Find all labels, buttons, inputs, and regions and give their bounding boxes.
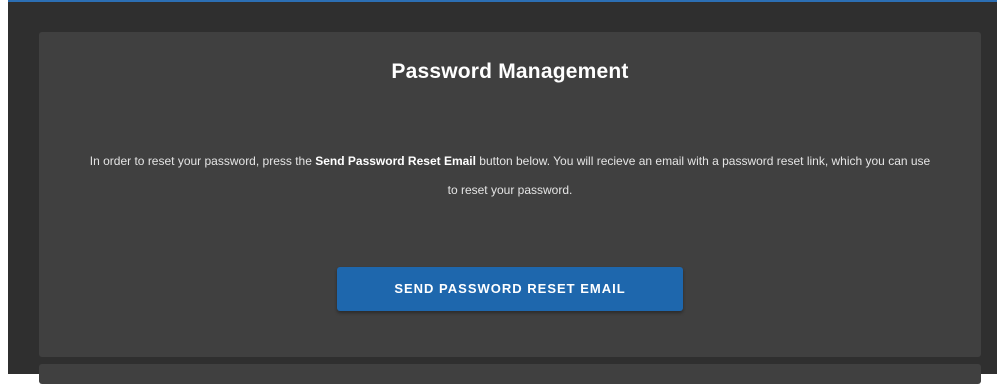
description-text-end: button below. You will recieve an email … — [447, 154, 931, 197]
next-panel — [39, 364, 981, 384]
password-management-panel: Password Management In order to reset yo… — [39, 32, 981, 357]
description-text-start: In order to reset your password, press t… — [89, 154, 316, 168]
description-emphasis: Send Password Reset Email — [315, 154, 476, 168]
send-password-reset-email-button[interactable]: SEND PASSWORD RESET EMAIL — [337, 267, 683, 311]
panel-description: In order to reset your password, press t… — [89, 147, 931, 205]
panel-title: Password Management — [391, 60, 629, 83]
app-frame: Password Management In order to reset yo… — [8, 0, 997, 384]
